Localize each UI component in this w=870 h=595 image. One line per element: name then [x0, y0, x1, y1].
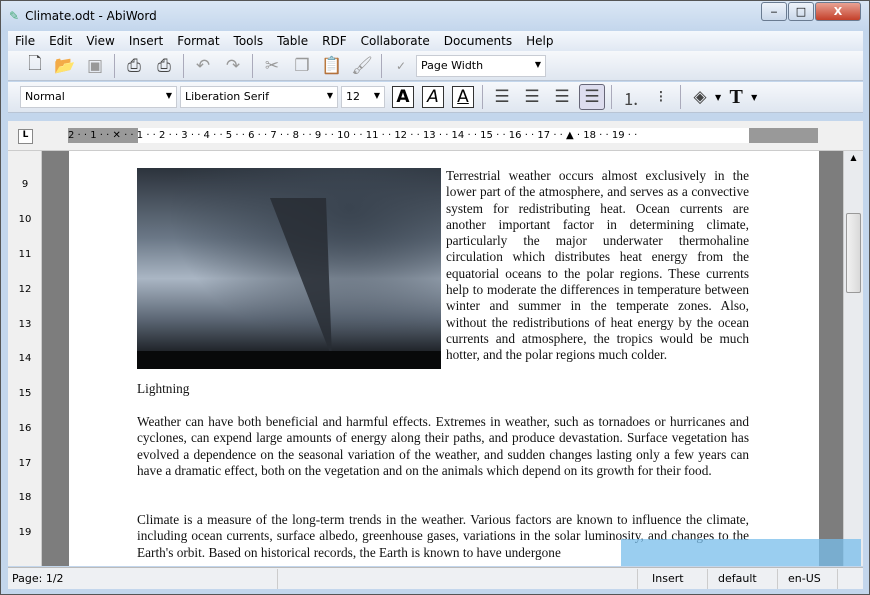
justify-icon[interactable]: ☰ [579, 84, 605, 110]
font-size-value: 12 [346, 90, 360, 103]
separator [252, 53, 253, 78]
copy-icon[interactable]: ❐ [289, 53, 315, 79]
chevron-down-icon: ▼ [326, 91, 333, 100]
paragraph-style: default [708, 568, 778, 589]
vruler-mark: 11 [18, 249, 32, 260]
zoom-select[interactable]: Page Width ▼ [416, 54, 546, 77]
open-folder-icon[interactable]: 📂 [52, 53, 78, 79]
align-left-icon[interactable]: ☰ [489, 84, 515, 110]
new-document-icon[interactable]: 🗋 [22, 53, 48, 79]
ruler-scale[interactable]: 2 · · 1 · · ✕ · · 1 · · 2 · · 3 · · 4 · … [68, 128, 818, 143]
font-select[interactable]: Liberation Serif ▼ [180, 86, 338, 108]
vruler-mark: 12 [18, 284, 32, 295]
align-right-icon[interactable]: ☰ [549, 84, 575, 110]
menu-format[interactable]: Format [170, 34, 226, 48]
vruler-mark: 15 [18, 388, 32, 399]
undo-icon[interactable]: ↶ [190, 53, 216, 79]
menu-table[interactable]: Table [270, 34, 315, 48]
menu-help[interactable]: Help [519, 34, 560, 48]
paste-icon[interactable]: 📋 [319, 53, 345, 79]
highlight-color-icon[interactable]: ◈ [687, 84, 713, 110]
body-paragraph: Weather can have both beneficial and har… [137, 414, 749, 478]
body-paragraph: Terrestrial weather occurs almost exclus… [446, 168, 749, 363]
menu-documents[interactable]: Documents [437, 34, 519, 48]
horizontal-ruler[interactable]: L 2 · · 1 · · ✕ · · 1 · · 2 · · 3 · · 4 … [8, 121, 863, 151]
app-window: ✎ Climate.odt - AbiWord ‒ □ X File Edit … [0, 0, 870, 595]
vruler-mark: 16 [18, 423, 32, 434]
italic-button[interactable]: A [422, 86, 444, 108]
chevron-down-icon[interactable]: ▼ [751, 93, 757, 102]
bullet-list-icon[interactable]: ⁝ [648, 84, 674, 110]
style-value: Normal [25, 90, 65, 103]
spellcheck-icon[interactable]: ✓ [388, 53, 414, 79]
print-preview-icon[interactable]: ⎙ [121, 53, 147, 79]
menu-collaborate[interactable]: Collaborate [354, 34, 437, 48]
chevron-down-icon: ▼ [165, 91, 172, 100]
tab-type-button[interactable]: L [18, 129, 33, 144]
zoom-value: Page Width [421, 58, 484, 72]
language: en-US [778, 568, 838, 589]
separator [381, 53, 382, 78]
tornado-image[interactable] [137, 168, 441, 369]
menu-tools[interactable]: Tools [227, 34, 271, 48]
vertical-ruler[interactable]: 9 10 11 12 13 14 15 16 17 18 19 [8, 151, 42, 566]
image-caption: Lightning [137, 381, 190, 396]
vruler-mark: 14 [18, 353, 32, 364]
underline-button[interactable]: A [452, 86, 474, 108]
format-painter-icon[interactable]: 🖌 [349, 53, 375, 79]
chevron-down-icon: ▼ [373, 91, 380, 100]
maximize-button[interactable]: □ [788, 2, 814, 21]
vruler-mark: 13 [18, 319, 32, 330]
format-toolbar: Normal ▼ Liberation Serif ▼ 12 ▼ A A A ☰ ☰ … [8, 82, 863, 113]
vruler-mark: 9 [21, 179, 29, 190]
numbered-list-icon[interactable]: ⒈ [618, 84, 644, 110]
vruler-mark: 17 [18, 458, 32, 469]
font-size-select[interactable]: 12 ▼ [341, 86, 385, 108]
menu-edit[interactable]: Edit [42, 34, 79, 48]
separator [183, 53, 184, 78]
font-value: Liberation Serif [185, 90, 269, 103]
cut-icon[interactable]: ✂ [259, 53, 285, 79]
menu-rdf[interactable]: RDF [315, 34, 353, 48]
document-area: 9 10 11 12 13 14 15 16 17 18 19 Terrestr… [8, 151, 863, 566]
ruler-marks: 2 · · 1 · · ✕ · · 1 · · 2 · · 3 · · 4 · … [68, 130, 638, 141]
separator [611, 85, 612, 109]
minimize-button[interactable]: ‒ [761, 2, 787, 21]
document-page[interactable]: Terrestrial weather occurs almost exclus… [69, 151, 819, 566]
menu-bar: File Edit View Insert Format Tools Table… [8, 31, 863, 51]
align-center-icon[interactable]: ☰ [519, 84, 545, 110]
window-title: Climate.odt - AbiWord [25, 9, 157, 23]
insert-mode: Insert [638, 568, 708, 589]
separator [482, 85, 483, 109]
vruler-mark: 18 [18, 492, 32, 503]
status-bar: Page: 1/2 Insert default en-US [8, 567, 863, 589]
scrollbar-thumb[interactable] [846, 213, 861, 293]
print-icon[interactable]: ⎙ [151, 53, 177, 79]
text-color-button[interactable]: T [723, 84, 749, 110]
separator [114, 53, 115, 78]
chevron-down-icon: ▼ [534, 59, 541, 69]
standard-toolbar: 🗋 📂 ▣ ⎙ ⎙ ↶ ↷ ✂ ❐ 📋 🖌 ✓ Page Width ▼ [8, 51, 863, 81]
style-select[interactable]: Normal ▼ [20, 86, 177, 108]
page-indicator: Page: 1/2 [8, 568, 278, 589]
vruler-mark: 19 [18, 527, 32, 538]
bold-button[interactable]: A [392, 86, 414, 108]
menu-view[interactable]: View [79, 34, 121, 48]
app-icon: ✎ [9, 9, 20, 23]
menu-insert[interactable]: Insert [122, 34, 170, 48]
watermark-logo [621, 539, 861, 566]
scroll-up-icon[interactable]: ▲ [844, 153, 863, 162]
vertical-scrollbar[interactable]: ▲ [843, 151, 863, 566]
save-icon[interactable]: ▣ [82, 53, 108, 79]
close-button[interactable]: X [815, 2, 861, 21]
redo-icon[interactable]: ↷ [220, 53, 246, 79]
menu-file[interactable]: File [8, 34, 42, 48]
vruler-mark: 10 [18, 214, 32, 225]
separator [680, 85, 681, 109]
status-spacer [278, 568, 638, 589]
chevron-down-icon[interactable]: ▼ [715, 93, 721, 102]
title-bar: ✎ Climate.odt - AbiWord ‒ □ X [1, 1, 869, 31]
